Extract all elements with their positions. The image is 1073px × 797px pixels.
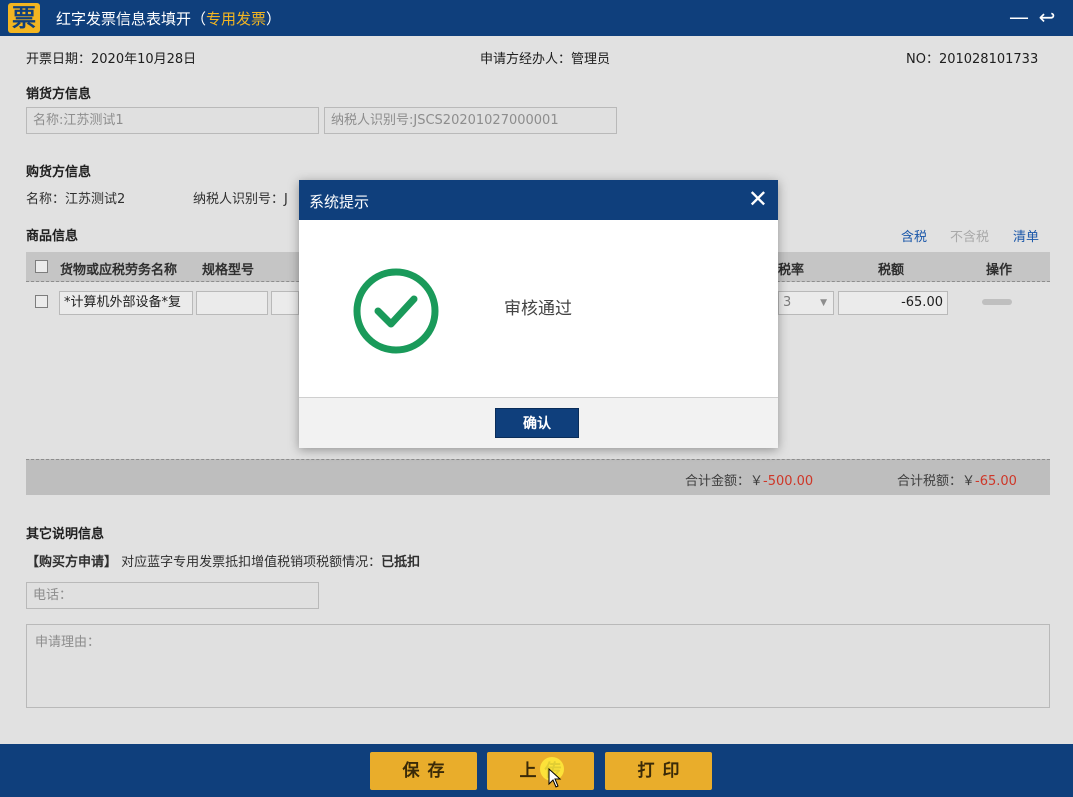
back-icon[interactable]: ↩ xyxy=(1034,4,1060,30)
dialog-body: 审核通过 xyxy=(299,220,778,398)
dialog-message: 审核通过 xyxy=(504,299,572,319)
system-prompt-dialog: 系统提示 ✕ 审核通过 确认 xyxy=(299,180,778,448)
dialog-title: 系统提示 xyxy=(309,193,370,211)
window-title-close-paren: ） xyxy=(266,10,282,28)
minimize-icon[interactable]: — xyxy=(1006,4,1032,30)
window-title: 红字发票信息表填开（专用发票） xyxy=(56,8,281,29)
window-title-type: 专用发票 xyxy=(206,10,267,28)
success-check-icon xyxy=(353,268,439,354)
window-title-text: 红字发票信息表填开（ xyxy=(56,10,207,28)
save-button[interactable]: 保存 xyxy=(370,752,477,790)
close-icon[interactable]: ✕ xyxy=(748,186,768,212)
invoice-logo-icon: 票 xyxy=(8,3,40,33)
title-bar: 票 红字发票信息表填开（专用发票） — ↩ xyxy=(0,0,1073,36)
mouse-pointer-icon xyxy=(548,768,562,788)
dialog-header: 系统提示 ✕ xyxy=(299,180,778,220)
footer-bar: 保存 上传 打印 xyxy=(0,744,1073,797)
print-button[interactable]: 打印 xyxy=(605,752,712,790)
confirm-button[interactable]: 确认 xyxy=(495,408,579,438)
